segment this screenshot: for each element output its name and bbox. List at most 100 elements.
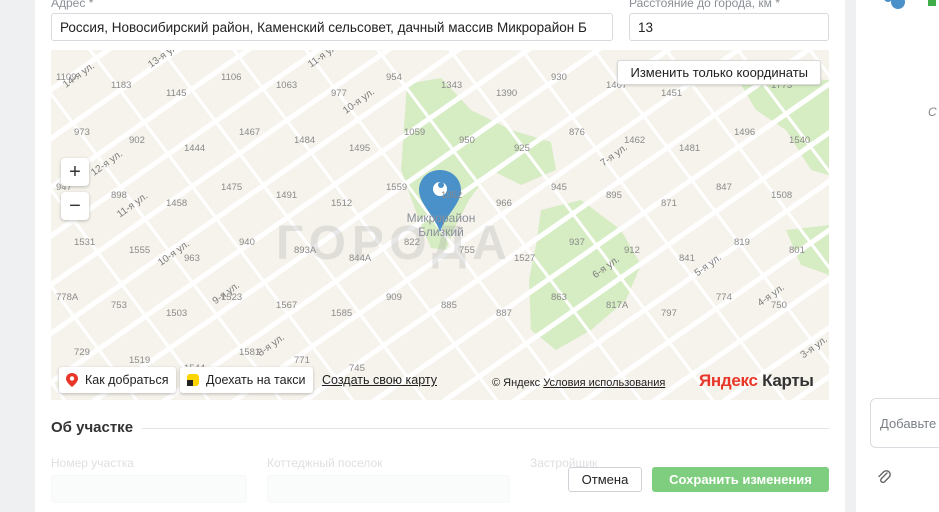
house-number: 1183: [111, 80, 132, 91]
route-pin-icon: [65, 372, 79, 388]
house-number: 930: [551, 72, 567, 83]
save-button[interactable]: Сохранить изменения: [652, 467, 829, 492]
house-number: 1531: [74, 237, 96, 248]
house-number: 1495: [349, 143, 371, 154]
house-number: 1390: [496, 88, 518, 99]
house-number: 902: [129, 135, 145, 146]
distance-input[interactable]: [629, 13, 829, 41]
house-number: 895: [606, 190, 622, 201]
house-number: 1496: [734, 127, 756, 138]
house-number: 1475: [221, 182, 243, 193]
house-number: 963: [184, 253, 200, 264]
house-number: 1059: [404, 127, 426, 138]
house-number: 771: [294, 355, 310, 366]
house-number: 841: [679, 253, 695, 264]
house-number: 1106: [221, 72, 242, 83]
paperclip-icon[interactable]: [876, 468, 892, 486]
distance-label: Расстояние до города, км *: [629, 0, 780, 10]
house-number: 898: [111, 190, 127, 201]
logo-part-yandex: Яндекс: [699, 371, 758, 390]
house-number: 753: [111, 300, 127, 311]
zoom-out-button[interactable]: −: [61, 192, 89, 220]
house-number: 1458: [166, 198, 188, 209]
taxi-button-label: Доехать на такси: [206, 373, 306, 387]
taxi-icon: [186, 372, 200, 388]
comment-input[interactable]: Добавьте комментарий: [870, 398, 939, 448]
house-number: 1508: [771, 190, 793, 201]
house-number: 1540: [789, 135, 811, 146]
district-label: Микрорайон Близкий: [406, 211, 476, 239]
zoom-in-button[interactable]: +: [61, 158, 89, 186]
house-number: 973: [74, 127, 90, 138]
house-number: 887: [496, 308, 512, 319]
house-number: 950: [459, 135, 475, 146]
house-number: 1519: [129, 355, 151, 366]
terms-link[interactable]: Условия использования: [543, 377, 665, 389]
house-number: 977: [331, 88, 347, 99]
house-number: 750: [771, 300, 787, 311]
create-map-link[interactable]: Создать свою карту: [322, 373, 437, 387]
house-number: 863: [551, 292, 567, 303]
map-copyright: © Яндекс Условия использования: [492, 377, 665, 389]
plot-number-input[interactable]: [51, 475, 247, 503]
house-number: 1343: [441, 80, 463, 91]
user-avatar-icon: С: [884, 0, 937, 119]
house-number: 774: [716, 292, 732, 303]
village-input[interactable]: [267, 475, 510, 503]
taxi-button[interactable]: Доехать на такси: [180, 367, 314, 393]
house-number: 1462: [624, 135, 646, 146]
section-title: Об участке: [51, 419, 134, 436]
house-number: 817А: [606, 300, 629, 311]
plot-number-label: Номер участка: [51, 456, 134, 470]
house-number: 1467: [239, 127, 261, 138]
house-number: 940: [239, 237, 255, 248]
village-label: Коттеджный поселок: [267, 456, 383, 470]
house-number: 876: [569, 127, 585, 138]
house-number: 909: [386, 292, 402, 303]
house-number: 1481: [679, 143, 701, 154]
logo-part-maps: Карты: [762, 371, 814, 390]
route-button[interactable]: Как добраться: [59, 367, 177, 393]
copyright-text: © Яндекс: [492, 377, 541, 389]
house-number: 729: [74, 347, 90, 358]
house-number: 1527: [514, 253, 536, 264]
map-widget[interactable]: 14-я ул. 13-я ул. 11-я ул. 12-я ул. 11-я ул.…: [51, 50, 829, 400]
house-number: 1512: [331, 198, 353, 209]
house-number: 945: [551, 182, 567, 193]
house-number: 1444: [184, 143, 206, 154]
house-number: 966: [496, 198, 512, 209]
section-divider: [142, 428, 829, 429]
house-number: 1451: [661, 88, 683, 99]
house-number: 778А: [56, 292, 79, 303]
house-number: 871: [661, 198, 677, 209]
house-number: 954: [386, 72, 402, 83]
house-number: 885: [441, 300, 457, 311]
address-input[interactable]: [51, 13, 613, 41]
house-number: 1503: [166, 308, 188, 319]
cancel-button[interactable]: Отмена: [568, 467, 642, 492]
yandex-maps-logo[interactable]: Яндекс Карты: [699, 371, 814, 391]
house-number: 1567: [276, 300, 298, 311]
house-number: 797: [661, 308, 677, 319]
house-number: 819: [734, 237, 750, 248]
house-number: 1109: [56, 72, 77, 83]
route-button-label: Как добраться: [85, 373, 169, 387]
house-number: 1484: [294, 135, 316, 146]
house-number: 1559: [386, 182, 408, 193]
house-number: 1523: [221, 292, 243, 303]
house-number: 937: [569, 237, 585, 248]
address-label: Адрес *: [51, 0, 94, 10]
house-number: 1581: [239, 347, 261, 358]
house-number: 1063: [276, 80, 298, 91]
house-number: 1145: [166, 88, 187, 99]
house-number: 801: [789, 245, 805, 256]
house-number: 925: [514, 143, 530, 154]
svg-text:С: С: [928, 105, 937, 119]
house-number: 912: [624, 245, 640, 256]
house-number: 1585: [331, 308, 353, 319]
house-number: 847: [716, 182, 732, 193]
house-number: 1052: [441, 190, 463, 201]
house-number: 1555: [129, 245, 151, 256]
house-number: 1491: [276, 190, 298, 201]
change-coordinates-button[interactable]: Изменить только координаты: [617, 60, 821, 85]
